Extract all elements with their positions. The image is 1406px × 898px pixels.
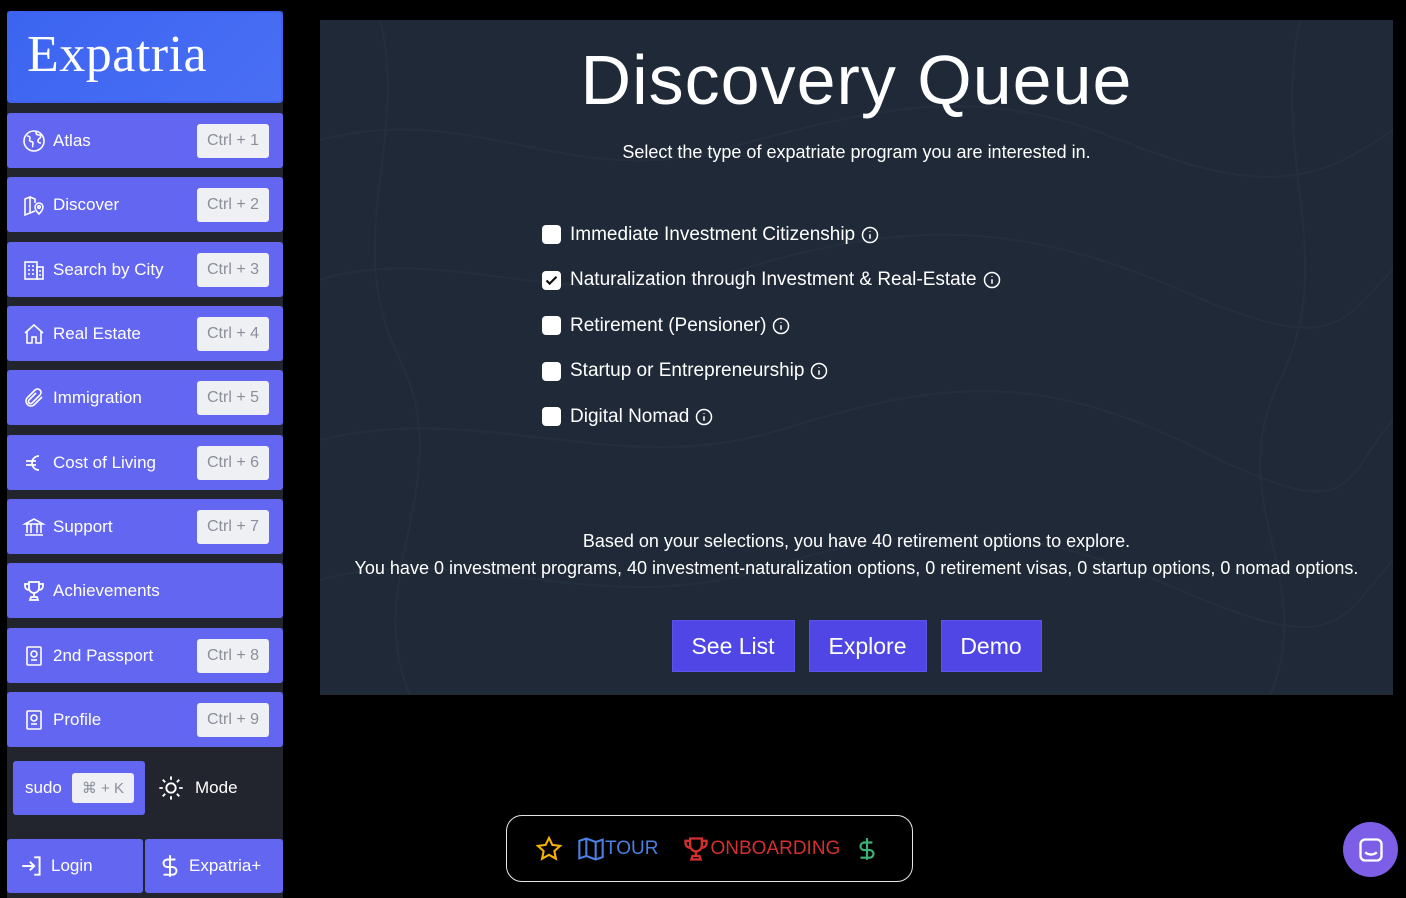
sudo-button[interactable]: sudo ⌘ + K: [13, 761, 145, 815]
paperclip-icon: [7, 370, 53, 425]
login-label: Login: [51, 856, 93, 875]
sidebar-item-atlas[interactable]: Atlas Ctrl + 1: [7, 113, 283, 168]
info-icon[interactable]: [861, 226, 879, 244]
shortcut-badge: Ctrl + 6: [196, 445, 269, 480]
sidebar-item-discover[interactable]: Discover Ctrl + 2: [7, 177, 283, 232]
sidebar-item-label: Atlas: [53, 130, 91, 150]
option-immediate-investment-citizenship[interactable]: Immediate Investment Citizenship: [542, 212, 1001, 258]
sidebar-item-search-by-city[interactable]: Search by City Ctrl + 3: [7, 242, 283, 297]
action-buttons: See List Explore Demo: [320, 620, 1393, 672]
checkbox-unchecked[interactable]: [542, 361, 561, 381]
map-icon: [578, 836, 604, 861]
see-list-button[interactable]: See List: [671, 620, 795, 672]
dollar-icon[interactable]: [854, 835, 880, 863]
sidebar-item-label: Achievements: [53, 580, 160, 600]
sidebar-item-cost-of-living[interactable]: Cost of Living Ctrl + 6: [7, 435, 283, 490]
trophy-icon: [7, 563, 53, 618]
sidebar-item-support[interactable]: Support Ctrl + 7: [7, 499, 283, 554]
selection-summary: Based on your selections, you have 40 re…: [320, 528, 1393, 582]
shortcut-badge: Ctrl + 2: [196, 187, 269, 222]
shortcut-badge: Ctrl + 9: [196, 702, 269, 737]
sidebar-item-profile[interactable]: Profile Ctrl + 9: [7, 692, 283, 747]
dollar-icon: [162, 855, 178, 877]
checkmark-icon: [545, 275, 558, 285]
option-label: Immediate Investment Citizenship: [570, 223, 856, 245]
bank-icon: [7, 499, 53, 554]
option-label: Digital Nomad: [570, 405, 690, 427]
checkbox-checked[interactable]: [542, 270, 561, 290]
checkbox-unchecked[interactable]: [542, 316, 561, 336]
bottom-toolbar: TOUR ONBOARDING: [506, 815, 913, 882]
sidebar-item-label: 2nd Passport: [53, 645, 154, 665]
chat-icon: [1358, 837, 1383, 862]
sun-icon: [159, 776, 183, 800]
tour-label: TOUR: [605, 837, 659, 859]
login-button[interactable]: Login: [7, 839, 143, 893]
page-subtitle: Select the type of expatriate program yo…: [622, 142, 1091, 162]
sidebar-item-achievements[interactable]: Achievements: [7, 563, 283, 618]
program-options: Immediate Investment Citizenship Natural…: [542, 212, 1001, 440]
option-startup-entrepreneurship[interactable]: Startup or Entrepreneurship: [542, 349, 1001, 395]
onboarding-label: ONBOARDING: [710, 837, 841, 859]
info-icon[interactable]: [772, 317, 790, 335]
option-label: Startup or Entrepreneurship: [570, 360, 805, 382]
sidebar-item-label: Immigration: [53, 387, 142, 407]
shortcut-badge: Ctrl + 7: [196, 509, 269, 544]
shortcut-badge: Ctrl + 5: [196, 380, 269, 415]
passport-icon: [7, 692, 53, 747]
logo-text: Expatria: [27, 26, 208, 83]
shortcut-badge: ⌘ + K: [71, 773, 134, 803]
info-icon[interactable]: [983, 271, 1001, 289]
globe-icon: [7, 113, 53, 168]
star-icon[interactable]: [535, 835, 563, 863]
tour-button[interactable]: TOUR: [577, 835, 658, 863]
sidebar-item-label: Real Estate: [53, 323, 141, 343]
page-title: Discovery Queue: [580, 41, 1133, 119]
shortcut-badge: Ctrl + 8: [196, 638, 269, 673]
building-icon: [7, 242, 53, 297]
option-retirement-pensioner[interactable]: Retirement (Pensioner): [542, 303, 1001, 349]
shortcut-badge: Ctrl + 3: [196, 252, 269, 287]
demo-button[interactable]: Demo: [940, 620, 1042, 672]
info-icon[interactable]: [810, 362, 828, 380]
euro-icon: [7, 435, 53, 490]
app-root: Expatria Atlas Ctrl + 1 Discover Ctrl + …: [0, 0, 1406, 898]
expatria-plus-button[interactable]: Expatria+: [145, 839, 283, 893]
home-icon: [7, 306, 53, 361]
chat-launcher-button[interactable]: [1343, 822, 1398, 877]
shortcut-badge: Ctrl + 4: [196, 316, 269, 351]
discovery-panel: Discovery Queue Select the type of expat…: [320, 20, 1393, 695]
explore-button[interactable]: Explore: [808, 620, 927, 672]
checkbox-unchecked[interactable]: [542, 407, 561, 427]
summary-line-2: You have 0 investment programs, 40 inves…: [354, 558, 1359, 578]
sidebar: Expatria Atlas Ctrl + 1 Discover Ctrl + …: [7, 11, 283, 898]
logo[interactable]: Expatria: [7, 11, 283, 103]
info-icon[interactable]: [695, 408, 713, 426]
sidebar-item-label: Search by City: [53, 259, 164, 279]
sidebar-item-immigration[interactable]: Immigration Ctrl + 5: [7, 370, 283, 425]
sidebar-item-label: Cost of Living: [53, 452, 156, 472]
sidebar-item-label: Profile: [53, 709, 102, 729]
sidebar-item-label: Discover: [53, 194, 120, 214]
option-label: Retirement (Pensioner): [570, 314, 767, 336]
shortcut-badge: Ctrl + 1: [196, 123, 269, 158]
passport-icon: [7, 628, 53, 683]
sudo-label: sudo: [25, 778, 62, 797]
option-naturalization-investment[interactable]: Naturalization through Investment & Real…: [542, 258, 1001, 304]
map-pin-icon: [7, 177, 53, 232]
sidebar-item-real-estate[interactable]: Real Estate Ctrl + 4: [7, 306, 283, 361]
summary-line-1: Based on your selections, you have 40 re…: [582, 531, 1131, 551]
sidebar-item-label: Support: [53, 516, 113, 536]
sidebar-item-2nd-passport[interactable]: 2nd Passport Ctrl + 8: [7, 628, 283, 683]
trophy-icon: [684, 836, 709, 861]
option-digital-nomad[interactable]: Digital Nomad: [542, 394, 1001, 440]
mode-label: Mode: [195, 778, 238, 797]
expatria-plus-label: Expatria+: [189, 856, 262, 875]
login-icon: [22, 856, 41, 876]
option-label: Naturalization through Investment & Real…: [570, 269, 977, 291]
mode-toggle-button[interactable]: Mode: [157, 768, 238, 808]
checkbox-unchecked[interactable]: [542, 225, 561, 245]
onboarding-button[interactable]: ONBOARDING: [682, 835, 840, 863]
